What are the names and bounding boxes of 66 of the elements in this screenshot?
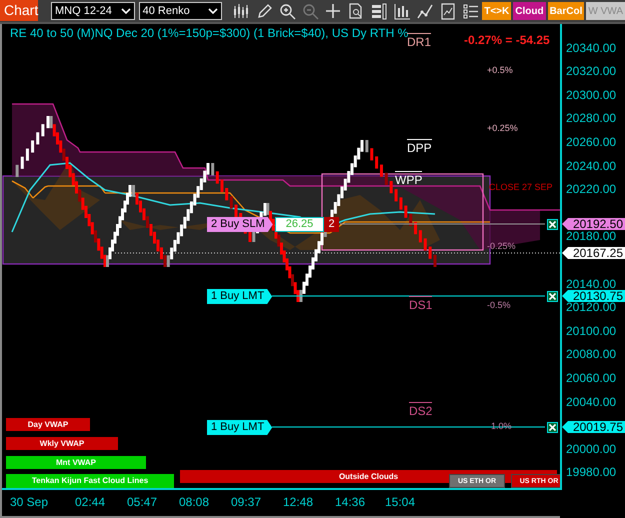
level-label: DPP [407,139,432,155]
price-label: 20000.00 [566,442,616,455]
zoom-out-icon[interactable] [301,2,320,20]
bar-type-dropdown[interactable]: 40 Renko [138,2,222,20]
indicator-bar: Wkly VWAP [6,437,118,450]
zoom-in-icon[interactable] [278,2,296,20]
caret-icon [120,8,131,14]
price-label: 20280.00 [566,112,616,124]
price-label: 20120.00 [566,301,616,314]
price-tag: 20019.75 [562,421,625,433]
time-label: 14:36 [334,495,366,509]
close-icon[interactable] [547,422,558,433]
crosshair-icon[interactable] [324,2,342,20]
percent-label: -0.5% [487,300,511,310]
price-label: 20040.00 [566,396,616,408]
price-label: 19980.00 [566,466,616,478]
price-tag: 20192.50 [562,218,625,230]
price-label: 20140.00 [566,278,616,290]
level-label: WPP [395,171,422,187]
time-label: 08:08 [178,495,210,509]
indicator-bar: Mnt VWAP [6,456,146,469]
order-value: 26.25 [275,217,324,232]
price-label: 20320.00 [566,65,616,78]
bar-chart-icon[interactable] [393,2,412,20]
order-label[interactable]: 1 Buy LMT [207,420,272,435]
time-label: 12:48 [282,495,314,509]
panel-icon[interactable] [370,2,388,20]
price-label: 20300.00 [566,88,616,101]
price-label: 20100.00 [566,324,616,337]
close-icon[interactable] [547,291,558,302]
price-label: 20060.00 [566,372,616,384]
pencil-icon[interactable] [255,2,274,20]
order-label[interactable]: 1 Buy LMT [207,289,272,304]
percent-label: +0.25% [487,123,518,133]
price-label: 20220.00 [566,183,616,196]
price-label: 20180.00 [566,230,616,242]
close-icon[interactable] [547,219,558,230]
price-label: 20340.00 [566,42,616,54]
level-label: DS1 [409,296,432,312]
level-label: DR1 [407,33,432,49]
price-label: 20240.00 [566,160,616,172]
time-label: 05:47 [126,495,158,509]
line-chart-icon[interactable] [416,2,434,20]
time-label: 09:37 [230,495,262,509]
toggle-button[interactable]: Cloud [513,2,546,20]
price-change: -0.27% = -54.25 [464,33,550,47]
time-label: 15:04 [384,495,416,509]
time-label: 30 Sep [9,495,49,509]
chart-header: RE 40 to 50 (M)NQ Dec 20 (1%=150p=$300) (1 Brick=$40), US Dy RTH % [10,26,408,40]
level-label: DS2 [409,402,432,418]
indicator-bar: Tenkan Kijun Fast Cloud Lines [6,474,174,488]
caret-icon [208,8,218,14]
price-label: 20260.00 [566,136,616,148]
price-label: 20080.00 [566,348,616,360]
price-tag: 20167.25 [562,247,625,259]
list-icon[interactable] [462,2,480,20]
price-tag: 20130.75 [562,290,625,302]
order-label[interactable]: 2 Buy SLM [207,217,273,232]
candlestick-icon[interactable] [232,2,250,20]
indicator-bar: Day VWAP [6,418,90,431]
instrument-dropdown[interactable]: MNQ 12-24 [51,2,135,20]
order-quantity: 2 [324,217,339,232]
time-label: 02:44 [74,495,106,509]
percent-label: +0.5% [487,65,513,75]
document-chart-icon[interactable] [439,2,458,20]
percent-label: -0.25% [487,241,516,251]
